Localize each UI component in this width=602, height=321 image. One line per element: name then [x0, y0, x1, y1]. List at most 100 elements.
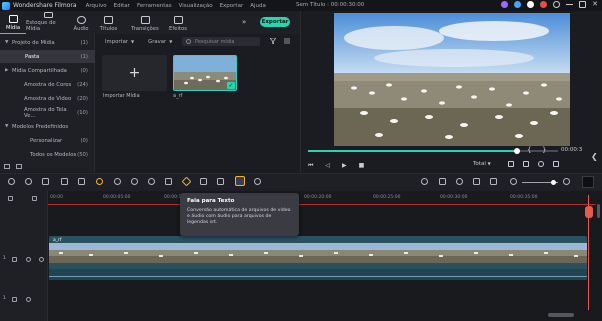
ruler-label: 00:00:30:00 [440, 195, 468, 200]
new-folder-icon[interactable] [4, 164, 10, 169]
audio-mix-icon[interactable] [131, 178, 138, 185]
settings-icon[interactable] [527, 1, 535, 8]
audio-track-icon[interactable] [473, 178, 480, 185]
microphone-icon[interactable] [456, 178, 463, 185]
green-screen-icon[interactable] [217, 178, 224, 185]
import-media-card[interactable]: + [102, 55, 167, 91]
undo-icon[interactable] [8, 178, 15, 185]
caret-down-icon: ▼ [5, 124, 9, 129]
fullscreen-icon[interactable] [553, 161, 559, 167]
previous-frame-icon[interactable]: ⏮ [308, 162, 313, 170]
message-icon[interactable] [553, 1, 561, 8]
lock-icon[interactable] [12, 297, 17, 302]
account-icon[interactable] [501, 1, 509, 8]
subtitle-icon[interactable] [490, 178, 497, 185]
close-icon[interactable]: ✕ [592, 1, 598, 8]
zoom-in-icon[interactable] [563, 178, 570, 185]
sidebar-item-projeto-de-midia[interactable]: ▼ Projeto de Mídia (1) [0, 36, 95, 49]
ruler-label: 00:00:20:00 [304, 195, 332, 200]
tab-audio[interactable]: Áudio [71, 12, 91, 34]
sidebar-item-pasta[interactable]: Pasta (1) [0, 50, 95, 63]
crop-icon[interactable] [78, 178, 85, 185]
menu-ajuda[interactable]: Ajuda [250, 3, 266, 9]
tab-titulos[interactable]: Títulos [91, 12, 126, 34]
minimize-icon[interactable] [566, 4, 574, 5]
ruler-label: 00:00:05:00 [103, 195, 131, 200]
volume-icon[interactable] [538, 161, 544, 167]
eye-icon[interactable] [39, 257, 44, 262]
folder-icon[interactable] [16, 164, 22, 169]
audio-mute-icon[interactable] [26, 257, 31, 262]
tab-midia[interactable]: Mídia [0, 12, 26, 34]
sidebar-item-todos-os-modelos[interactable]: Todos os Modelos (50) [0, 148, 95, 161]
redo-icon[interactable] [25, 178, 32, 185]
menu-editar[interactable]: Editar [114, 3, 130, 9]
cut-icon[interactable] [61, 178, 68, 185]
sidebar-item-count: (1) [80, 53, 88, 60]
sidebar-item-personalizar[interactable]: Personalizar (0) [0, 134, 95, 147]
filter-icon[interactable] [270, 38, 276, 44]
sidebar-item-label: Mídia Compartilhada [12, 67, 67, 74]
delete-icon[interactable] [42, 178, 49, 185]
speech-to-text-icon[interactable] [235, 176, 245, 186]
link-icon[interactable] [32, 196, 37, 201]
sidebar-item-midia-compartilhada[interactable]: ▶ Mídia Compartilhada (0) [0, 64, 95, 77]
playhead-handle[interactable] [585, 206, 593, 218]
sidebar-item-amostra-de-video[interactable]: Amostra de Vídeo (20) [0, 92, 95, 105]
menu-arquivo[interactable]: Arquivo [86, 3, 107, 9]
preview-quality-select[interactable]: Total ▼ [473, 161, 491, 167]
play-icon[interactable]: ▶ [342, 162, 347, 170]
preview-scrubber-handle[interactable] [514, 148, 520, 154]
export-button[interactable]: Exportar [260, 17, 290, 27]
sidebar-item-amostra-tela-verde[interactable]: Amostra do Tela Ve... (10) [0, 106, 95, 119]
timeline-settings-icon[interactable] [582, 176, 594, 188]
sidebar-item-count: (0) [80, 67, 88, 74]
render-icon[interactable] [508, 161, 514, 167]
record-dropdown[interactable]: Gravar ▼ [148, 39, 172, 45]
media-search-input[interactable]: Pesquisar mídia [182, 37, 260, 46]
lock-icon[interactable] [12, 257, 17, 262]
duration-icon[interactable] [148, 178, 155, 185]
snapshot-icon[interactable] [523, 161, 529, 167]
tab-estoque-de-midia[interactable]: Estoque de Mídia [26, 12, 71, 34]
stabilize-icon[interactable] [254, 178, 261, 185]
filmora-window: Wondershare Filmora Arquivo Editar Ferra… [0, 0, 602, 321]
video-clip[interactable] [49, 236, 587, 270]
fit-icon[interactable] [165, 178, 172, 185]
menu-ferramentas[interactable]: Ferramentas [137, 3, 172, 9]
menu-visualizacao[interactable]: Visualização [179, 3, 213, 9]
stop-icon[interactable]: ■ [359, 162, 365, 170]
adjust-icon[interactable] [200, 178, 207, 185]
clip-audio-waveform [49, 269, 587, 280]
render-preview-icon[interactable] [421, 178, 428, 185]
gift-icon[interactable] [540, 1, 548, 8]
audio-mute-icon[interactable] [26, 297, 31, 302]
tab-efeitos[interactable]: Efeitos [164, 12, 192, 34]
timeline-vertical-scrollbar[interactable] [597, 204, 600, 218]
collapse-panel-icon[interactable]: ❮ [591, 152, 598, 161]
zoom-slider-handle[interactable] [551, 180, 556, 185]
maximize-icon[interactable] [579, 1, 587, 8]
menu-exportar[interactable]: Exportar [220, 3, 244, 9]
ruler-label: 00:00 [50, 195, 63, 200]
title-bar: Wondershare Filmora Arquivo Editar Ferra… [0, 0, 602, 11]
sidebar-item-modelos-predefinidos[interactable]: ▼ Modelos Predefinidos [0, 120, 95, 133]
play-back-icon[interactable]: ◁ [325, 162, 330, 170]
add-track-icon[interactable] [8, 196, 13, 201]
list-view-icon[interactable] [284, 38, 290, 44]
info-icon[interactable] [514, 1, 522, 8]
more-tabs-button[interactable]: » [242, 18, 246, 26]
marker-icon[interactable] [439, 178, 446, 185]
mark-out-button[interactable]: } [542, 146, 546, 154]
mark-in-button[interactable]: { [527, 146, 531, 154]
sidebar-item-amostra-de-cores[interactable]: Amostra de Cores (24) [0, 78, 95, 91]
video-track-number: 1 [3, 256, 6, 261]
speed-icon[interactable] [96, 178, 103, 185]
timeline-horizontal-scrollbar[interactable] [548, 313, 574, 317]
tab-transicoes[interactable]: Transições [126, 12, 164, 34]
zoom-out-icon[interactable] [510, 178, 517, 185]
title-bar-icons: ✕ [501, 1, 598, 8]
color-icon[interactable] [114, 178, 121, 185]
tab-label: Transições [131, 26, 159, 32]
import-dropdown[interactable]: Importar ▼ [105, 39, 134, 45]
